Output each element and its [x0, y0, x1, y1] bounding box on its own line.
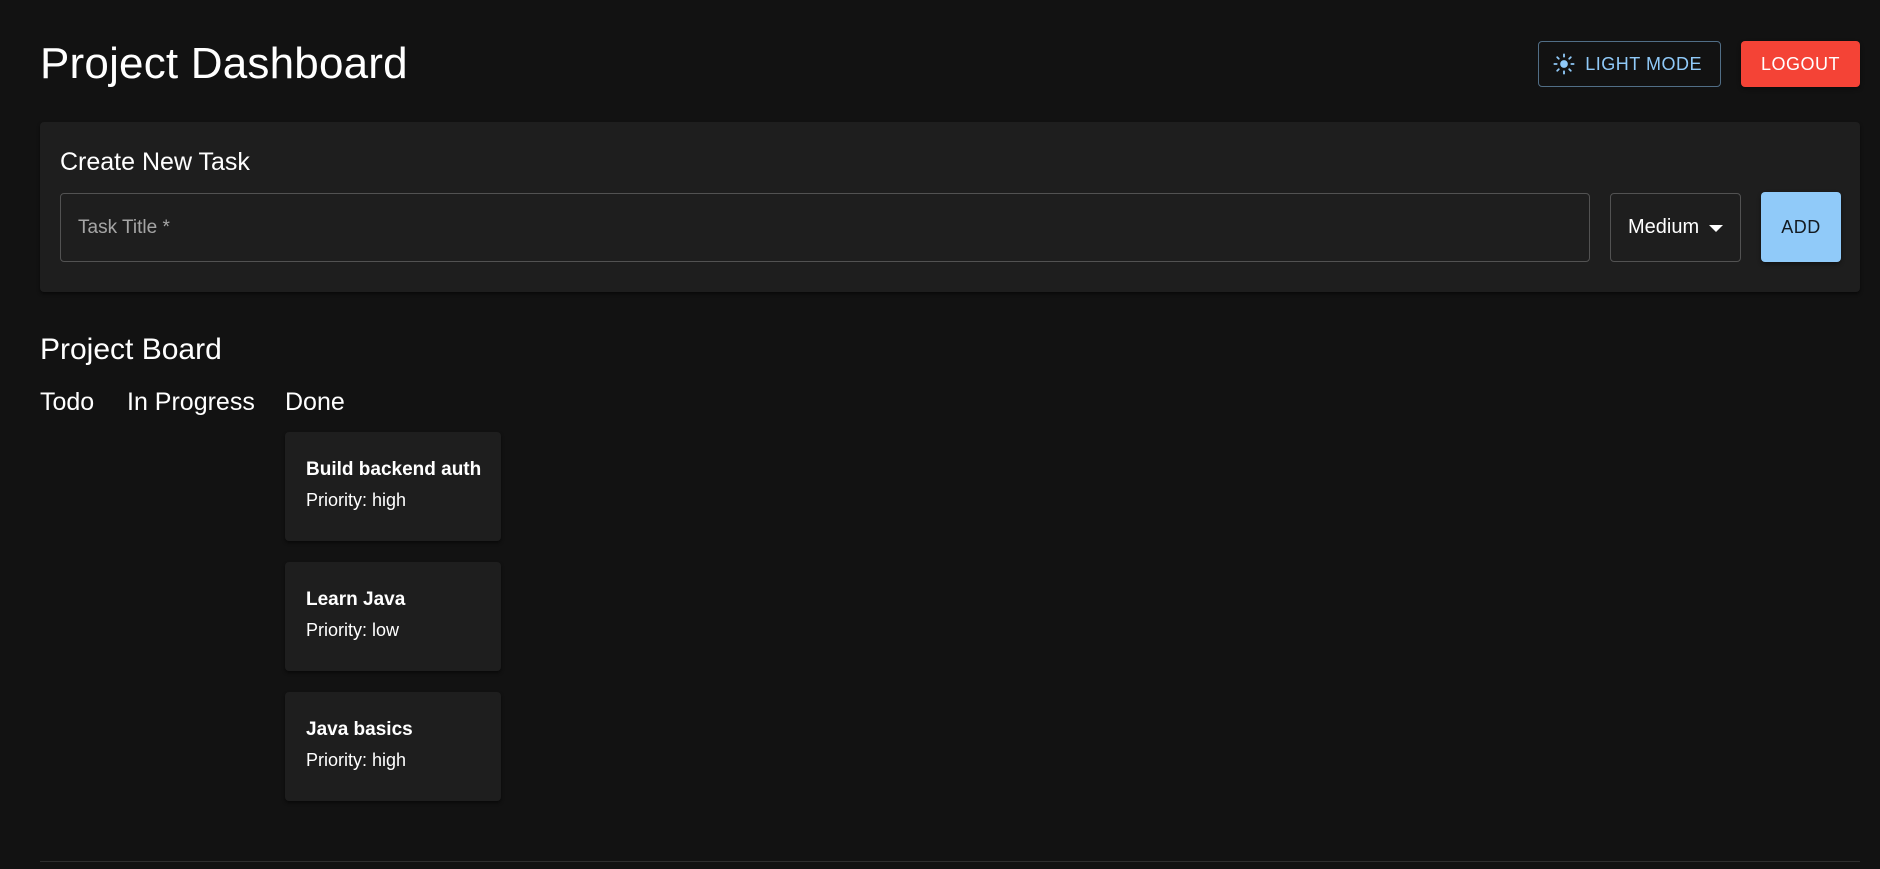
task-card[interactable]: Build backend auth Priority: high [285, 432, 501, 541]
column-header-done: Done [285, 388, 345, 416]
project-dashboard-page: Project Dashboard LIGHT MODE LOGOUT Crea… [0, 0, 1880, 869]
task-title-input[interactable] [60, 193, 1590, 262]
sun-icon [1553, 53, 1575, 75]
create-task-title: Create New Task [60, 148, 250, 176]
light-mode-label: LIGHT MODE [1585, 53, 1702, 74]
priority-selected-value: Medium [1628, 216, 1700, 238]
page-title: Project Dashboard [40, 39, 408, 88]
add-task-button[interactable]: ADD [1761, 192, 1841, 262]
app-header: Project Dashboard LIGHT MODE LOGOUT [40, 36, 1860, 92]
task-card-priority: Priority: high [306, 490, 407, 510]
project-board-title: Project Board [40, 333, 222, 366]
header-actions: LIGHT MODE LOGOUT [1538, 41, 1860, 87]
logout-button[interactable]: LOGOUT [1740, 41, 1860, 87]
task-card-title: Java basics [306, 719, 413, 740]
task-card[interactable]: Learn Java Priority: low [285, 562, 501, 671]
chevron-down-icon [1709, 225, 1723, 232]
task-card-priority: Priority: high [306, 750, 407, 770]
task-card[interactable]: Java basics Priority: high [285, 692, 501, 801]
column-header-in-progress: In Progress [127, 388, 255, 416]
task-card-priority: Priority: low [306, 620, 400, 640]
light-mode-button[interactable]: LIGHT MODE [1538, 41, 1721, 87]
column-header-todo: Todo [40, 388, 95, 416]
task-card-title: Build backend auth [306, 459, 482, 480]
priority-select[interactable]: Medium [1610, 193, 1741, 262]
task-card-title: Learn Java [306, 589, 406, 610]
bottom-divider [40, 861, 1860, 862]
create-task-panel: Create New Task Medium ADD [40, 122, 1860, 292]
